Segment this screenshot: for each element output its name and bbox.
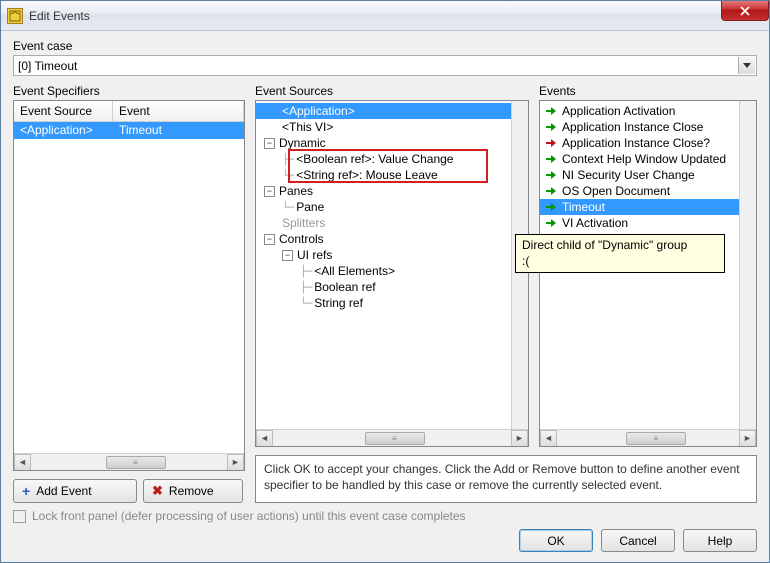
- event-sources-tree[interactable]: <Application> <This VI> −: [255, 100, 529, 447]
- event-item[interactable]: Application Instance Close: [540, 119, 739, 135]
- annotation-tooltip: Direct child of "Dynamic" group:(: [515, 234, 725, 273]
- event-item[interactable]: Context Help Window Updated: [540, 151, 739, 167]
- collapse-icon[interactable]: −: [264, 186, 275, 197]
- event-arrow-icon: [546, 202, 556, 212]
- tree-connector-icon: └─: [300, 297, 311, 310]
- tree-node-panes[interactable]: − Panes: [256, 183, 511, 199]
- edit-events-dialog: Edit Events Event case [0] Timeout Event…: [0, 0, 770, 563]
- scroll-thumb[interactable]: ≡: [365, 432, 425, 445]
- add-event-button[interactable]: + Add Event: [13, 479, 137, 503]
- dropdown-button[interactable]: [738, 57, 755, 74]
- scroll-right-icon[interactable]: ►: [511, 430, 528, 447]
- event-item-label: NI Security User Change: [562, 168, 695, 182]
- event-arrow-icon: [546, 186, 556, 196]
- app-icon: [7, 8, 23, 24]
- scroll-right-icon[interactable]: ►: [739, 430, 756, 447]
- instructions-text: Click OK to accept your changes. Click t…: [255, 455, 757, 503]
- event-sources-label: Event Sources: [255, 84, 529, 98]
- event-case-label: Event case: [13, 39, 757, 53]
- event-item-label: Application Instance Close?: [562, 136, 710, 150]
- events-label: Events: [539, 84, 757, 98]
- cancel-button[interactable]: Cancel: [601, 529, 675, 552]
- events-listbox[interactable]: Application Activation Application Instan…: [539, 100, 757, 447]
- tree-connector-icon: ├─: [300, 265, 311, 278]
- add-event-label: Add Event: [36, 484, 91, 498]
- event-item[interactable]: Application Instance Close?: [540, 135, 739, 151]
- remove-label: Remove: [169, 484, 214, 498]
- event-item-label: Application Activation: [562, 104, 675, 118]
- help-button[interactable]: Help: [683, 529, 757, 552]
- dialog-content: Event case [0] Timeout Event Specifiers …: [1, 31, 769, 562]
- specifiers-header: Event Source Event: [14, 101, 244, 122]
- event-case-value: [0] Timeout: [18, 59, 77, 73]
- tree-node-pane[interactable]: └─ Pane: [256, 199, 511, 215]
- collapse-icon[interactable]: −: [264, 234, 275, 245]
- event-item[interactable]: Timeout: [540, 199, 739, 215]
- scroll-left-icon[interactable]: ◄: [256, 430, 273, 447]
- tree-node-strref[interactable]: └─ String ref: [256, 295, 511, 311]
- scroll-left-icon[interactable]: ◄: [540, 430, 557, 447]
- close-button[interactable]: [721, 1, 769, 21]
- event-item[interactable]: OS Open Document: [540, 183, 739, 199]
- tree-node-allelements[interactable]: ├─ <All Elements>: [256, 263, 511, 279]
- specifiers-listbox[interactable]: Event Source Event <Application> Timeout…: [13, 100, 245, 471]
- hscrollbar[interactable]: ◄ ≡ ►: [14, 453, 244, 470]
- specifier-row[interactable]: <Application> Timeout: [14, 122, 244, 139]
- event-arrow-icon: [546, 106, 556, 116]
- hscrollbar[interactable]: ◄ ≡ ►: [256, 429, 528, 446]
- collapse-icon[interactable]: −: [264, 138, 275, 149]
- hscrollbar[interactable]: ◄ ≡ ►: [540, 429, 756, 446]
- tree-node-thisvi[interactable]: <This VI>: [256, 119, 511, 135]
- tree-connector-icon: ├─: [300, 281, 311, 294]
- scroll-right-icon[interactable]: ►: [227, 454, 244, 471]
- remove-button[interactable]: ✖ Remove: [143, 479, 243, 503]
- specifier-source: <Application>: [14, 122, 113, 139]
- event-arrow-icon: [546, 218, 556, 228]
- tree-connector-icon: └─: [282, 201, 293, 214]
- specifiers-label: Event Specifiers: [13, 84, 245, 98]
- plus-icon: +: [22, 483, 30, 499]
- event-item-label: Context Help Window Updated: [562, 152, 726, 166]
- event-item[interactable]: NI Security User Change: [540, 167, 739, 183]
- lock-panel-checkbox[interactable]: [13, 510, 26, 523]
- event-arrow-icon: [546, 138, 556, 148]
- collapse-icon[interactable]: −: [282, 250, 293, 261]
- annotation-highlight: [288, 149, 488, 183]
- x-icon: ✖: [152, 483, 163, 499]
- event-arrow-icon: [546, 122, 556, 132]
- lock-panel-row: Lock front panel (defer processing of us…: [13, 509, 757, 523]
- scroll-left-icon[interactable]: ◄: [14, 454, 31, 471]
- event-arrow-icon: [546, 154, 556, 164]
- event-case-select[interactable]: [0] Timeout: [13, 55, 757, 76]
- event-item[interactable]: VI Activation: [540, 215, 739, 231]
- tooltip-text: Direct child of "Dynamic" group:(: [522, 238, 687, 268]
- lock-panel-label: Lock front panel (defer processing of us…: [32, 509, 466, 523]
- event-item-label: Application Instance Close: [562, 120, 703, 134]
- event-arrow-icon: [546, 170, 556, 180]
- vscrollbar[interactable]: [739, 101, 756, 429]
- tree-node-controls[interactable]: − Controls: [256, 231, 511, 247]
- tree-node-application[interactable]: <Application>: [256, 103, 511, 119]
- specifier-event: Timeout: [113, 122, 244, 139]
- tree-node-uirefs[interactable]: − UI refs: [256, 247, 511, 263]
- col-event-source[interactable]: Event Source: [14, 101, 113, 121]
- ok-button[interactable]: OK: [519, 529, 593, 552]
- titlebar[interactable]: Edit Events: [1, 1, 769, 31]
- tree-node-splitters: Splitters: [256, 215, 511, 231]
- event-item[interactable]: Application Activation: [540, 103, 739, 119]
- event-item-label: Timeout: [562, 200, 605, 214]
- scroll-thumb[interactable]: ≡: [106, 456, 166, 469]
- scroll-thumb[interactable]: ≡: [626, 432, 686, 445]
- col-event[interactable]: Event: [113, 101, 244, 121]
- window-title: Edit Events: [29, 9, 90, 23]
- tree-node-boolref[interactable]: ├─ Boolean ref: [256, 279, 511, 295]
- event-item-label: VI Activation: [562, 216, 628, 230]
- event-item-label: OS Open Document: [562, 184, 670, 198]
